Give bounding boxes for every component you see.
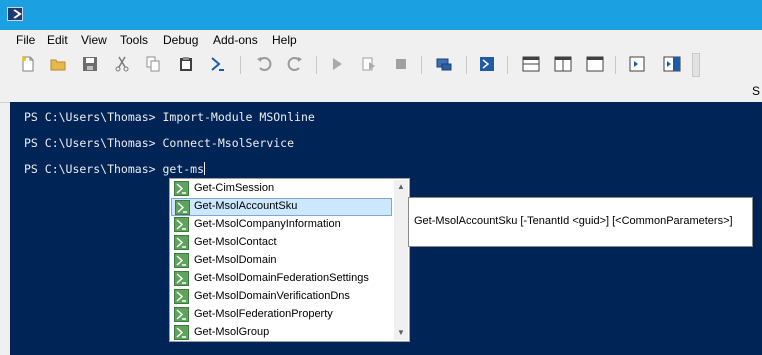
- toolbar-separator: [316, 56, 317, 74]
- menu-bar: File Edit View Tools Debug Add-ons Help: [0, 30, 762, 50]
- completion-item[interactable]: Get-MsolDomain: [171, 252, 392, 270]
- start-powershell-icon[interactable]: [476, 54, 498, 74]
- syntax-tooltip: Get-MsolAccountSku [-TenantId <guid>] [<…: [408, 197, 753, 247]
- cut-icon[interactable]: [111, 54, 133, 74]
- tooltip-text: Get-MsolAccountSku [-TenantId <guid>] [<…: [414, 215, 733, 227]
- toolbar-separator: [615, 56, 616, 74]
- cmdlet-icon: [175, 200, 190, 215]
- run-selection-icon[interactable]: [358, 54, 380, 74]
- stop-icon[interactable]: [390, 54, 412, 74]
- menu-view[interactable]: View: [81, 33, 107, 47]
- completion-item[interactable]: Get-MsolDomainVerificationDns: [171, 288, 392, 306]
- redo-icon[interactable]: [284, 54, 306, 74]
- powershell-ise-app-icon[interactable]: [7, 7, 23, 21]
- menu-help[interactable]: Help: [272, 33, 297, 47]
- completion-item[interactable]: Get-MsolCompanyInformation: [171, 216, 392, 234]
- console-line: PS C:\Users\Thomas> Connect-MsolService: [24, 136, 295, 150]
- toolbar-separator: [507, 56, 508, 74]
- scroll-up-arrow-icon[interactable]: ▲: [394, 180, 408, 194]
- cmdlet-icon: [174, 325, 189, 340]
- tab-strip: S: [0, 80, 762, 103]
- console-input-line[interactable]: PS C:\Users\Thomas> get-ms: [24, 162, 206, 176]
- menu-debug[interactable]: Debug: [163, 33, 198, 47]
- console-line: PS C:\Users\Thomas> Import-Module MSOnli…: [24, 110, 315, 124]
- save-icon[interactable]: [79, 54, 101, 74]
- cmdlet-icon: [174, 217, 189, 232]
- menu-tools[interactable]: Tools: [120, 33, 148, 47]
- strip-label: S: [752, 84, 761, 98]
- scroll-down-arrow-icon[interactable]: ▼: [394, 326, 408, 340]
- cmdlet-icon: [174, 271, 189, 286]
- completion-label: Get-CimSession: [194, 182, 275, 194]
- completion-item-selected[interactable]: Get-MsolAccountSku: [171, 198, 392, 216]
- cmdlet-icon: [174, 253, 189, 268]
- menu-file[interactable]: File: [16, 33, 35, 47]
- show-script-pane-max-icon[interactable]: [583, 54, 605, 74]
- show-command-addon-icon[interactable]: [660, 54, 682, 74]
- completion-label: Get-MsolDomainVerificationDns: [194, 290, 350, 302]
- open-folder-icon[interactable]: [47, 54, 69, 74]
- toolbar-overflow-handle[interactable]: [692, 53, 700, 77]
- copy-icon[interactable]: [142, 54, 164, 74]
- show-script-pane-top-icon[interactable]: [519, 54, 541, 74]
- powershell-icon[interactable]: [207, 54, 229, 74]
- title-bar: [0, 0, 762, 30]
- completion-item[interactable]: Get-MsolGroup: [171, 324, 392, 342]
- completion-item[interactable]: Get-MsolDomainFederationSettings: [171, 270, 392, 288]
- run-icon[interactable]: [326, 54, 348, 74]
- undo-icon[interactable]: [253, 54, 275, 74]
- completion-label: Get-MsolGroup: [194, 326, 270, 338]
- completion-label: Get-MsolDomain: [194, 254, 277, 266]
- completion-item[interactable]: Get-CimSession: [171, 180, 392, 198]
- show-script-pane-right-icon[interactable]: [551, 54, 573, 74]
- menu-edit[interactable]: Edit: [47, 33, 68, 47]
- completion-label: Get-MsolDomainFederationSettings: [194, 272, 369, 284]
- toolbar: [0, 50, 762, 81]
- completion-item[interactable]: Get-MsolContact: [171, 234, 392, 252]
- paste-icon[interactable]: [175, 54, 197, 74]
- completion-label: Get-MsolContact: [194, 236, 277, 248]
- toolbar-separator: [466, 56, 467, 74]
- popup-scrollbar[interactable]: ▲ ▼: [394, 180, 408, 340]
- toolbar-separator: [421, 56, 422, 74]
- show-command-window-icon[interactable]: [626, 54, 648, 74]
- console-input-text: PS C:\Users\Thomas> get-ms: [24, 162, 205, 176]
- completion-item[interactable]: Get-MsolFederationProperty: [171, 306, 392, 324]
- cmdlet-icon: [174, 181, 189, 196]
- completion-label: Get-MsolCompanyInformation: [194, 218, 341, 230]
- intellisense-popup[interactable]: Get-CimSession Get-MsolAccountSku Get-Ms…: [169, 178, 410, 342]
- cmdlet-icon: [174, 307, 189, 322]
- text-cursor: [204, 162, 206, 175]
- cmdlet-icon: [174, 289, 189, 304]
- toolbar-separator: [240, 56, 241, 74]
- remote-powershell-icon[interactable]: [433, 54, 455, 74]
- completion-label: Get-MsolFederationProperty: [194, 308, 333, 320]
- menu-add-ons[interactable]: Add-ons: [213, 33, 258, 47]
- completion-label: Get-MsolAccountSku: [194, 200, 298, 212]
- cmdlet-icon: [174, 235, 189, 250]
- new-file-icon[interactable]: [17, 54, 39, 74]
